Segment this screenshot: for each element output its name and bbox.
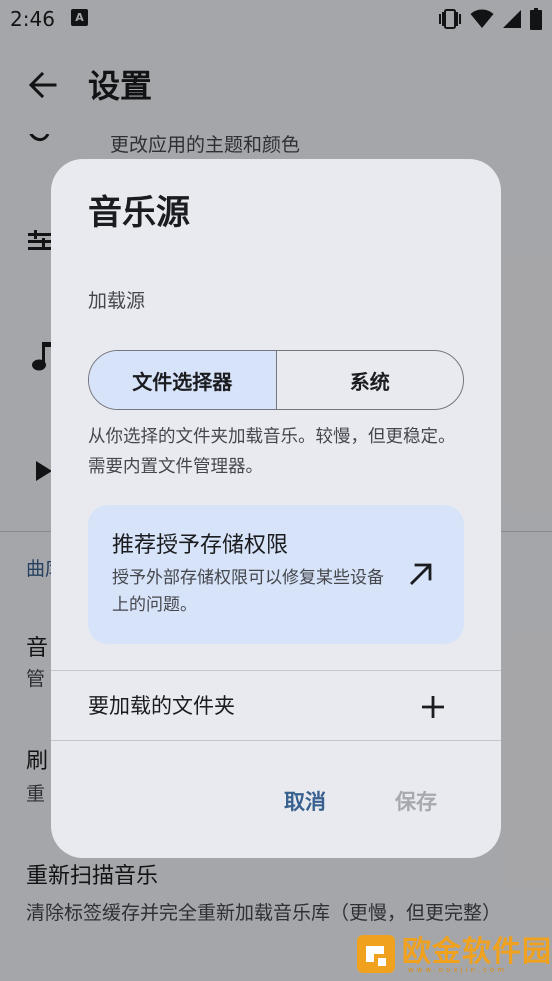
- cancel-button[interactable]: 取消: [284, 782, 326, 822]
- watermark-subtext: www.ouxjin.com: [408, 966, 508, 974]
- music-source-dialog: 音乐源 加载源 文件选择器 系统 从你选择的文件夹加载音乐。较慢，但更稳定。需要…: [51, 159, 501, 858]
- segment-file-picker[interactable]: 文件选择器: [89, 351, 277, 409]
- watermark-text: 欧金软件园: [402, 934, 552, 968]
- load-source-label: 加载源: [88, 290, 146, 312]
- watermark-logo-icon: [357, 935, 395, 973]
- source-segmented-control: 文件选择器 系统: [88, 350, 464, 410]
- source-description: 从你选择的文件夹加载音乐。较慢，但更稳定。需要内置文件管理器。: [88, 427, 456, 477]
- folders-label: 要加载的文件夹: [88, 694, 235, 718]
- storage-permission-card[interactable]: 推荐授予存储权限 授予外部存储权限可以修复某些设备上的问题。: [88, 505, 464, 644]
- watermark: 欧金软件园 www.ouxjin.com: [352, 932, 551, 976]
- dialog-divider-bottom: [51, 740, 501, 741]
- permission-card-description: 授予外部存储权限可以修复某些设备上的问题。: [112, 568, 384, 615]
- save-button[interactable]: 保存: [395, 782, 437, 822]
- dialog-title: 音乐源: [88, 193, 190, 233]
- folders-row: 要加载的文件夹: [51, 671, 501, 741]
- settings-screen: 2:46 A 设置 更改应用的主题和颜色 曲库 音 管 刷 重 重新扫描音乐 清…: [0, 0, 552, 981]
- open-external-icon: [410, 563, 432, 585]
- add-icon[interactable]: [419, 693, 447, 721]
- segment-system[interactable]: 系统: [277, 351, 464, 409]
- permission-card-title: 推荐授予存储权限: [112, 533, 289, 558]
